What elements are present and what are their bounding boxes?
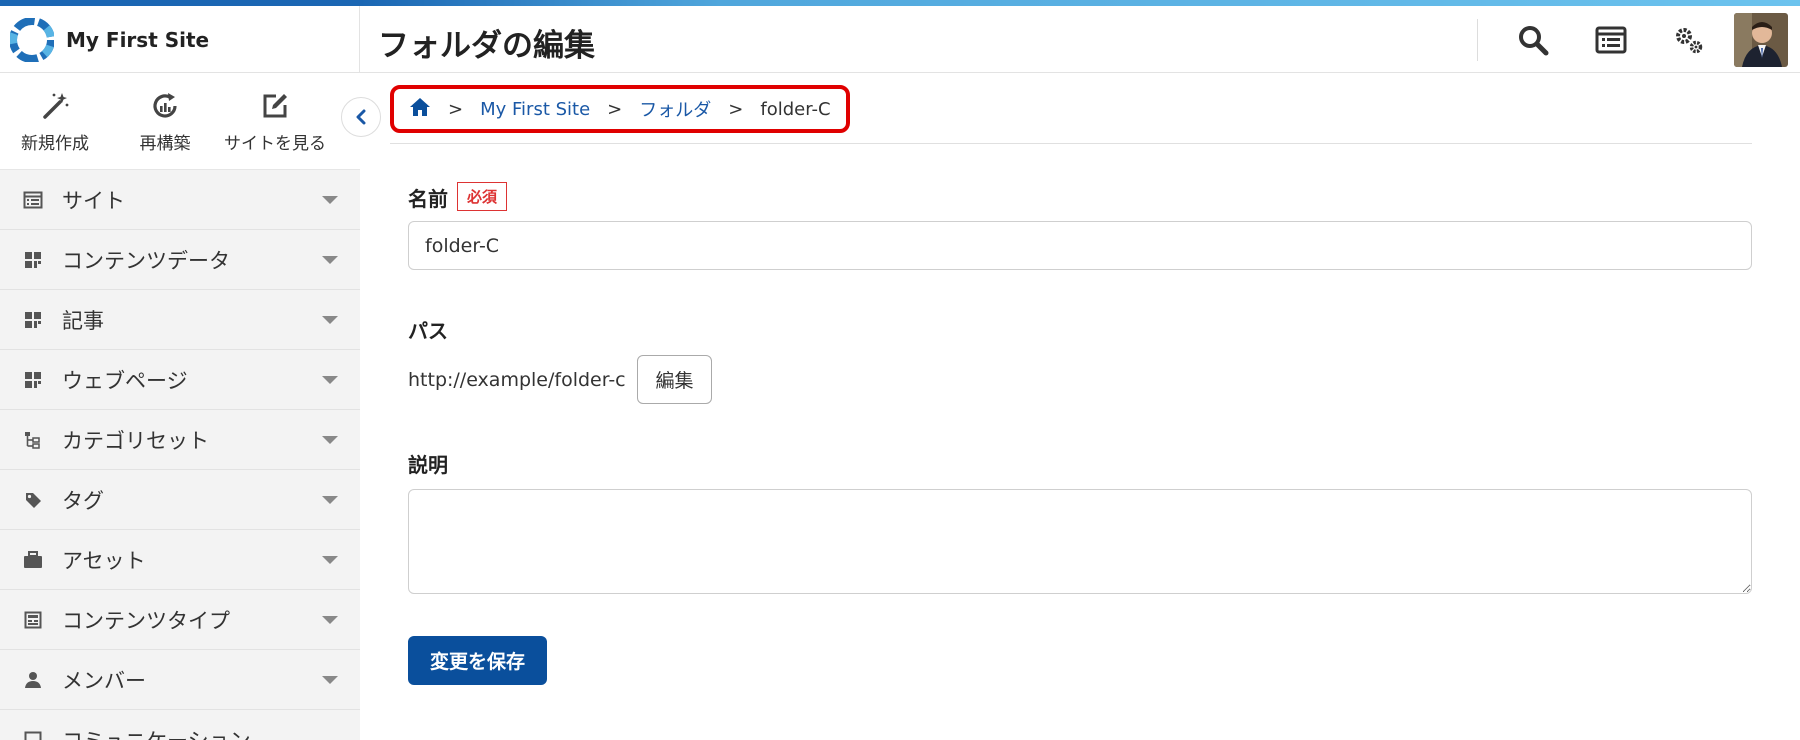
webpage-icon [22,369,44,391]
breadcrumb: > My First Site > フォルダ > folder-C [390,85,850,133]
quick-actions: 新規作成 再構築 サイトを見る [0,73,360,170]
sidebar-item-entries[interactable]: 記事 [0,290,360,350]
external-edit-icon [263,94,287,118]
content-data-icon [22,249,44,271]
chevron-down-icon [322,256,338,264]
search-icon [1519,25,1549,55]
category-set-icon [22,429,44,451]
quick-action-label: 再構築 [139,134,191,154]
chevron-down-icon [322,436,338,444]
entry-icon [22,309,44,331]
tag-icon [22,489,44,511]
chevron-down-icon [322,376,338,384]
site-name: My First Site [66,27,210,52]
breadcrumb-folder-link[interactable]: フォルダ [639,96,711,122]
user-photo-icon [1734,12,1788,67]
chevron-down-icon [322,556,338,564]
divider [390,143,1752,144]
sidebar: 新規作成 再構築 サイトを見る サイト コンテンツデータ 記事 ウェブページ カ… [0,73,360,740]
chevron-left-icon [356,109,366,125]
sidebar-item-communication[interactable]: コミュニケーション [0,710,360,740]
sidebar-item-label: カテゴリセット [62,428,209,453]
chevron-down-icon [322,496,338,504]
header-tools [1477,6,1800,73]
required-badge: 必須 [457,182,508,211]
path-value: http://example/folder-c [408,369,626,391]
sidebar-item-label: コンテンツタイプ [62,608,230,633]
description-label: 説明 [408,453,448,477]
path-label: パス [408,319,448,343]
breadcrumb-separator: > [448,98,464,120]
gears-icon [1676,27,1703,53]
breadcrumb-site-link[interactable]: My First Site [480,99,590,120]
chevron-down-icon [322,616,338,624]
main-content: > My First Site > フォルダ > folder-C 名前 必須 … [360,73,1800,740]
sidebar-item-label: メンバー [62,668,146,693]
home-icon[interactable] [409,97,431,121]
brand[interactable]: My First Site [0,6,360,73]
quick-view-site-button[interactable]: サイトを見る [220,73,330,169]
breadcrumb-separator: > [607,98,623,120]
breadcrumb-separator: > [728,98,744,120]
collapse-sidebar-button[interactable] [341,97,381,137]
site-icon [22,189,44,211]
sidebar-item-site[interactable]: サイト [0,170,360,230]
page-title: フォルダの編集 [378,28,595,64]
quick-action-label: サイトを見る [224,134,326,154]
sidebar-item-label: 記事 [62,308,104,333]
sidebar-item-label: アセット [62,548,146,573]
quick-rebuild-button[interactable]: 再構築 [110,73,220,169]
save-changes-button[interactable]: 変更を保存 [408,636,547,685]
sidebar-item-label: ウェブページ [62,368,188,393]
list-window-button[interactable] [1572,6,1650,73]
chevron-down-icon [322,316,338,324]
site-logo-icon [10,17,54,62]
magic-wand-icon [43,93,69,119]
breadcrumb-current: folder-C [760,98,831,120]
sidebar-item-tags[interactable]: タグ [0,470,360,530]
app-header: My First Site フォルダの編集 [0,6,1800,73]
quick-action-label: 新規作成 [21,134,89,154]
sidebar-item-label: タグ [62,488,104,513]
search-button[interactable] [1494,6,1572,73]
sidebar-item-content-data[interactable]: コンテンツデータ [0,230,360,290]
sidebar-item-assets[interactable]: アセット [0,530,360,590]
sidebar-item-webpages[interactable]: ウェブページ [0,350,360,410]
list-window-icon [1595,26,1627,53]
communication-icon [22,729,44,740]
chevron-down-icon [322,676,338,684]
settings-button[interactable] [1650,6,1728,73]
sidebar-item-content-types[interactable]: コンテンツタイプ [0,590,360,650]
member-icon [22,669,44,691]
sidebar-item-label: コミュニケーション [62,725,251,740]
asset-icon [22,549,44,571]
user-avatar[interactable] [1734,12,1788,67]
sidebar-item-label: サイト [62,188,125,213]
name-input[interactable] [408,221,1752,270]
chevron-down-icon [322,196,338,204]
description-textarea[interactable] [408,489,1752,594]
rebuild-icon [153,93,177,118]
quick-new-button[interactable]: 新規作成 [0,73,110,169]
sidebar-item-category-sets[interactable]: カテゴリセット [0,410,360,470]
sidebar-item-label: コンテンツデータ [62,248,230,273]
header-divider [1477,18,1478,61]
content-type-icon [22,609,44,631]
name-label: 名前 [408,187,448,211]
edit-path-button[interactable]: 編集 [637,355,712,404]
sidebar-item-members[interactable]: メンバー [0,650,360,710]
